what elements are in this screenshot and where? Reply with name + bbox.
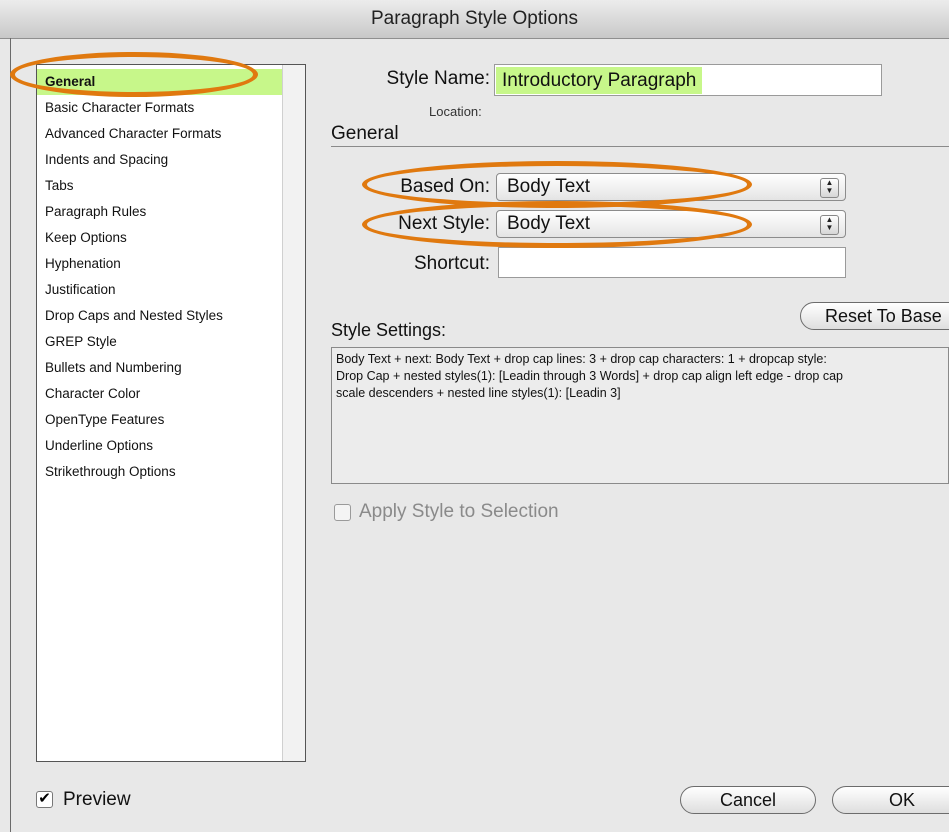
sidebar-item-opentype-features[interactable]: OpenType Features	[37, 407, 283, 433]
reset-to-base-button[interactable]: Reset To Base	[800, 302, 949, 330]
next-style-label: Next Style:	[398, 213, 490, 234]
preview-label: Preview	[63, 789, 131, 810]
checkmark-icon: ✔	[38, 790, 51, 807]
style-name-value[interactable]: Introductory Paragraph	[496, 67, 703, 94]
apply-style-label: Apply Style to Selection	[359, 501, 559, 522]
sidebar-item-grep-style[interactable]: GREP Style	[37, 329, 283, 355]
sidebar-item-strikethrough-options[interactable]: Strikethrough Options	[37, 459, 283, 485]
style-settings-text: Body Text + next: Body Text + drop cap l…	[331, 347, 949, 484]
category-list-items: General Basic Character Formats Advanced C…	[37, 69, 283, 485]
cancel-button[interactable]: Cancel	[680, 786, 816, 814]
sidebar-item-paragraph-rules[interactable]: Paragraph Rules	[37, 199, 283, 225]
sidebar-item-advanced-character-formats[interactable]: Advanced Character Formats	[37, 121, 283, 147]
category-list[interactable]: General Basic Character Formats Advanced C…	[36, 64, 306, 762]
popup-arrows-icon: ▲ ▼	[820, 215, 839, 235]
sidebar-item-justification[interactable]: Justification	[37, 277, 283, 303]
shortcut-label: Shortcut:	[413, 253, 490, 274]
based-on-select[interactable]: Body Text ▲ ▼	[496, 173, 846, 201]
section-title: General	[331, 123, 399, 144]
sidebar-item-keep-options[interactable]: Keep Options	[37, 225, 283, 251]
location-label: Location:	[429, 104, 482, 119]
window-edge	[10, 38, 11, 832]
style-name-label: Style Name:	[386, 68, 490, 89]
apply-style-checkbox[interactable]	[334, 504, 351, 521]
preview-checkbox[interactable]: ✔	[36, 791, 53, 808]
section-divider	[331, 146, 949, 147]
style-settings-label: Style Settings:	[331, 320, 447, 340]
sidebar-item-tabs[interactable]: Tabs	[37, 173, 283, 199]
sidebar-item-bullets-and-numbering[interactable]: Bullets and Numbering	[37, 355, 283, 381]
sidebar-item-drop-caps-and-nested-styles[interactable]: Drop Caps and Nested Styles	[37, 303, 283, 329]
category-list-scrollbar[interactable]	[282, 65, 305, 761]
sidebar-item-character-color[interactable]: Character Color	[37, 381, 283, 407]
sidebar-item-underline-options[interactable]: Underline Options	[37, 433, 283, 459]
next-style-select[interactable]: Body Text ▲ ▼	[496, 210, 846, 238]
next-style-value: Body Text	[507, 213, 591, 234]
sidebar-item-indents-and-spacing[interactable]: Indents and Spacing	[37, 147, 283, 173]
window-title: Paragraph Style Options	[0, 0, 949, 39]
sidebar-item-hyphenation[interactable]: Hyphenation	[37, 251, 283, 277]
based-on-value: Body Text	[507, 176, 591, 197]
popup-arrows-icon: ▲ ▼	[820, 178, 839, 198]
ok-button[interactable]: OK	[832, 786, 949, 814]
shortcut-field[interactable]	[498, 247, 846, 278]
sidebar-item-general[interactable]: General	[37, 69, 283, 95]
sidebar-item-basic-character-formats[interactable]: Basic Character Formats	[37, 95, 283, 121]
based-on-label: Based On:	[400, 176, 490, 197]
